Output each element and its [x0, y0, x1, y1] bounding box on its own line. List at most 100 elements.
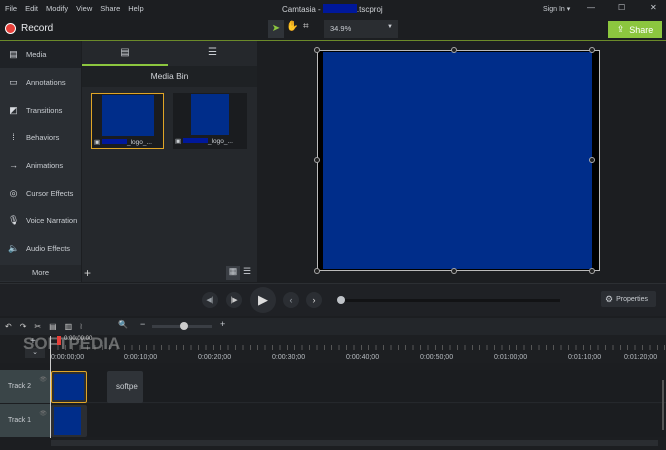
split-icon[interactable]: ⧘	[80, 322, 82, 332]
maximize-button[interactable]: ☐	[618, 3, 625, 12]
gear-icon: ⚙	[605, 293, 614, 304]
list-view-button[interactable]: ☰	[243, 266, 251, 277]
animation-icon: →	[9, 160, 18, 170]
ruler-tick: 0:01:00;00	[494, 354, 528, 361]
resize-handle[interactable]	[589, 268, 595, 274]
next-frame-button[interactable]: |▶	[226, 292, 242, 308]
timeline-toolbar: ↶ ↷ ✂ ▤ ▥ ⧘	[0, 318, 666, 335]
menu-edit[interactable]: Edit	[25, 4, 38, 13]
copy-icon[interactable]: ▤	[49, 322, 57, 331]
cut-icon[interactable]: ✂	[34, 322, 41, 331]
chevron-down-icon: ▼	[387, 24, 393, 30]
thumbnail-image	[102, 95, 154, 136]
thumbnail-label: ▣ _logo_...	[94, 139, 152, 146]
resize-handle[interactable]	[451, 268, 457, 274]
ruler-tick: 0:01:20;00	[624, 354, 658, 361]
media-clip[interactable]	[51, 371, 87, 403]
sidebar-item-transitions[interactable]: ◩ Transitions	[0, 97, 81, 124]
playhead-marker[interactable]	[57, 336, 61, 345]
text-clip[interactable]: softpe	[107, 371, 143, 403]
previous-frame-button[interactable]: ◀|	[202, 292, 218, 308]
playhead-time: 0:00:00;00	[64, 336, 93, 342]
track-header-1[interactable]: Track 1 👁	[0, 404, 50, 437]
zoom-slider-handle[interactable]	[180, 322, 188, 330]
zoom-icon: 🔍	[118, 320, 128, 329]
zoom-in-button[interactable]: +	[220, 319, 225, 329]
resize-handle[interactable]	[589, 47, 595, 53]
resize-handle[interactable]	[589, 157, 595, 163]
tab-library[interactable]: ☰	[168, 41, 257, 66]
tab-media-bin[interactable]: ▤	[82, 41, 168, 66]
redacted	[322, 4, 357, 13]
redo-icon[interactable]: ↷	[20, 322, 27, 331]
select-tool[interactable]: ➤	[268, 20, 284, 38]
cursor-icon: ◎	[9, 188, 18, 198]
menu-file[interactable]: File	[5, 4, 17, 13]
ruler-tick: 0:00:00;00	[51, 354, 85, 361]
undo-icon[interactable]: ↶	[5, 322, 12, 331]
track-lane-2	[51, 370, 666, 403]
share-button[interactable]: ⇪ Share	[608, 21, 662, 38]
menu-modify[interactable]: Modify	[46, 4, 68, 13]
resize-handle[interactable]	[314, 268, 320, 274]
crop-tool-icon[interactable]: ⌗	[303, 21, 309, 32]
resize-handle[interactable]	[314, 157, 320, 163]
sign-in-button[interactable]: Sign In ▾	[543, 5, 570, 13]
zoom-dropdown[interactable]: 34.9% ▼	[324, 20, 398, 38]
sidebar-item-annotations[interactable]: ▭ Annotations	[0, 69, 81, 96]
resize-handle[interactable]	[314, 47, 320, 53]
menu-share[interactable]: Share	[100, 4, 120, 13]
ruler-tick: 0:00:20;00	[198, 354, 232, 361]
thumbnail-image	[191, 94, 229, 135]
previous-marker-button[interactable]: ‹	[283, 292, 299, 308]
eye-icon[interactable]: 👁	[39, 410, 47, 417]
horizontal-scrollbar[interactable]	[51, 440, 658, 446]
minimize-button[interactable]: —	[587, 3, 595, 12]
ruler-tick: 0:00:30;00	[272, 354, 306, 361]
scrubber-track[interactable]	[341, 299, 560, 302]
track-header-2[interactable]: Track 2 👁	[0, 370, 50, 403]
properties-button[interactable]: ⚙ Properties	[601, 291, 656, 307]
paste-icon[interactable]: ▥	[65, 322, 73, 331]
media-clip[interactable]	[51, 405, 87, 437]
hand-tool-icon[interactable]: ✋	[286, 21, 298, 32]
sidebar-item-media[interactable]: ▤ Media	[0, 41, 81, 68]
record-button[interactable]: Record	[5, 23, 53, 34]
canvas-video-frame[interactable]	[317, 50, 600, 271]
track-lane-1	[51, 404, 666, 437]
play-button[interactable]: ▶	[250, 287, 276, 313]
add-media-button[interactable]: +	[84, 266, 91, 280]
sidebar-item-animations[interactable]: → Animations	[0, 152, 81, 179]
record-icon	[5, 23, 16, 34]
menu-view[interactable]: View	[76, 4, 92, 13]
next-marker-button[interactable]: ›	[306, 292, 322, 308]
ruler-tick: 0:01:10;00	[568, 354, 602, 361]
microphone-icon: 🎙	[8, 215, 20, 225]
menu-bar: File Edit Modify View Share Help	[5, 4, 152, 13]
transition-icon: ◩	[9, 105, 18, 115]
thumbnail-label: ▣ _logo_...	[175, 138, 233, 145]
media-thumbnail[interactable]: ▣ _logo_...	[91, 93, 164, 149]
resize-handle[interactable]	[451, 47, 457, 53]
sidebar-item-behaviors[interactable]: ⁞ Behaviors	[0, 124, 81, 151]
ruler-tick: 0:00:50;00	[420, 354, 454, 361]
sidebar-item-cursor-effects[interactable]: ◎ Cursor Effects	[0, 180, 81, 207]
window-title: Camtasia - .tscproj	[282, 4, 383, 14]
canvas-media	[323, 52, 592, 269]
vertical-scrollbar[interactable]	[662, 380, 664, 430]
playback-bar	[0, 283, 666, 316]
film-icon: ▤	[9, 49, 18, 59]
more-button[interactable]: More	[0, 265, 81, 281]
sidebar-item-audio-effects[interactable]: 🔈 Audio Effects	[0, 235, 81, 262]
menu-help[interactable]: Help	[128, 4, 143, 13]
speaker-icon: 🔈	[8, 243, 20, 253]
behavior-icon: ⁞	[12, 132, 15, 142]
media-bin-title: Media Bin	[82, 66, 257, 87]
media-thumbnail[interactable]: ▣ _logo_...	[173, 93, 247, 149]
close-button[interactable]: ✕	[650, 3, 657, 12]
sidebar-item-voice-narration[interactable]: 🎙 Voice Narration	[0, 207, 81, 234]
grid-view-button[interactable]: ▦	[226, 266, 240, 280]
scrubber-handle[interactable]	[337, 296, 345, 304]
eye-icon[interactable]: 👁	[39, 376, 47, 383]
zoom-out-button[interactable]: −	[140, 319, 145, 329]
